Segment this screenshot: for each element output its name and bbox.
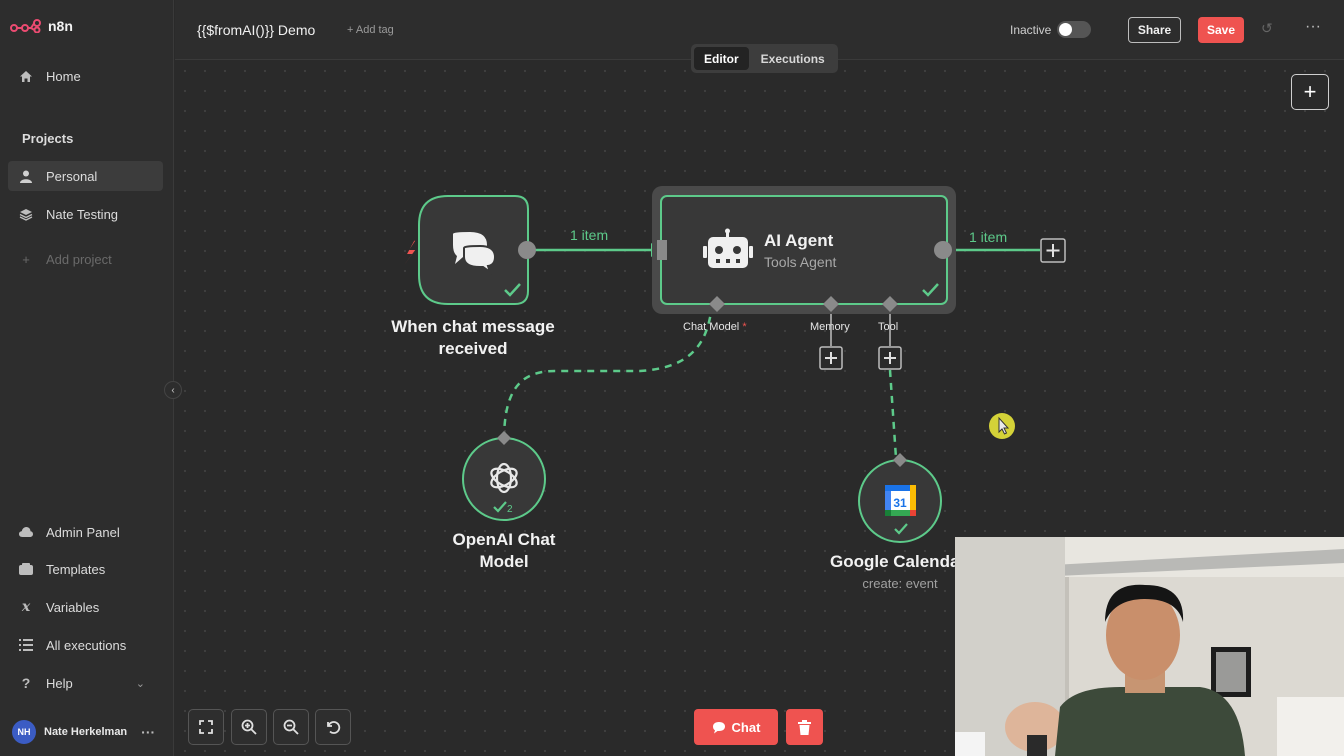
undo-icon xyxy=(327,721,341,734)
openai-node-label: OpenAI Chat Model xyxy=(424,529,584,573)
tool-connection xyxy=(888,369,898,459)
add-memory-button[interactable] xyxy=(819,346,843,370)
trigger-node[interactable] xyxy=(404,195,536,305)
zoom-out-button[interactable] xyxy=(273,709,309,745)
chat-model-text: Chat Model xyxy=(683,321,740,333)
view-tabs: Editor Executions xyxy=(691,44,838,73)
tab-editor[interactable]: Editor xyxy=(694,47,749,70)
label-line: When chat message xyxy=(391,317,555,336)
fit-view-icon xyxy=(199,720,213,734)
n8n-app: n8n Home Projects Personal Nate Testing … xyxy=(0,0,1344,756)
add-next-node-button[interactable] xyxy=(1040,238,1066,263)
agent-title: AI Agent xyxy=(764,231,834,250)
chat-icon xyxy=(712,721,725,733)
trigger-node-label: When chat message received xyxy=(373,316,573,360)
google-calendar-node-label: Google Calenda xyxy=(830,552,960,571)
chat-button[interactable]: Chat xyxy=(694,709,778,745)
cursor-highlight xyxy=(989,413,1015,439)
chat-model-input-label: Chat Model * xyxy=(683,321,747,333)
collapse-sidebar-button[interactable]: ‹ xyxy=(164,381,182,399)
cursor-icon xyxy=(998,416,1010,435)
google-calendar-icon: 31 xyxy=(885,485,916,516)
fit-view-button[interactable] xyxy=(188,709,224,745)
agent-subtitle: Tools Agent xyxy=(764,254,837,270)
zoom-out-icon xyxy=(283,719,299,735)
run-count-badge: 2 xyxy=(507,504,513,515)
zoom-in-icon xyxy=(241,719,257,735)
reset-zoom-button[interactable] xyxy=(315,709,351,745)
output-handle[interactable] xyxy=(518,241,536,259)
tool-input-label: Tool xyxy=(878,321,899,333)
input-handle[interactable] xyxy=(657,240,667,260)
add-tool-button[interactable] xyxy=(878,346,902,370)
label-line: received xyxy=(438,339,508,358)
google-calendar-node-subtitle: create: event xyxy=(862,576,938,591)
delete-button[interactable] xyxy=(786,709,823,745)
item-count-label: 1 item xyxy=(969,229,1008,245)
lightning-icon xyxy=(404,240,416,266)
add-node-button[interactable]: + xyxy=(1291,74,1329,110)
item-count-label: 1 item xyxy=(570,227,609,243)
label-line: OpenAI Chat xyxy=(452,530,556,549)
required-mark: * xyxy=(742,321,747,333)
openai-chat-model-node[interactable]: 2 xyxy=(462,431,546,521)
output-handle[interactable] xyxy=(934,241,952,259)
google-calendar-node[interactable]: 31 xyxy=(858,453,942,543)
svg-text:31: 31 xyxy=(893,496,907,510)
zoom-in-button[interactable] xyxy=(231,709,267,745)
tab-executions[interactable]: Executions xyxy=(751,47,835,70)
label-line: Model xyxy=(479,552,529,571)
memory-input-label: Memory xyxy=(810,321,850,333)
chat-button-label: Chat xyxy=(731,719,761,735)
webcam-video xyxy=(955,537,1344,756)
trash-icon xyxy=(798,719,811,735)
webcam-overlay xyxy=(955,537,1344,756)
